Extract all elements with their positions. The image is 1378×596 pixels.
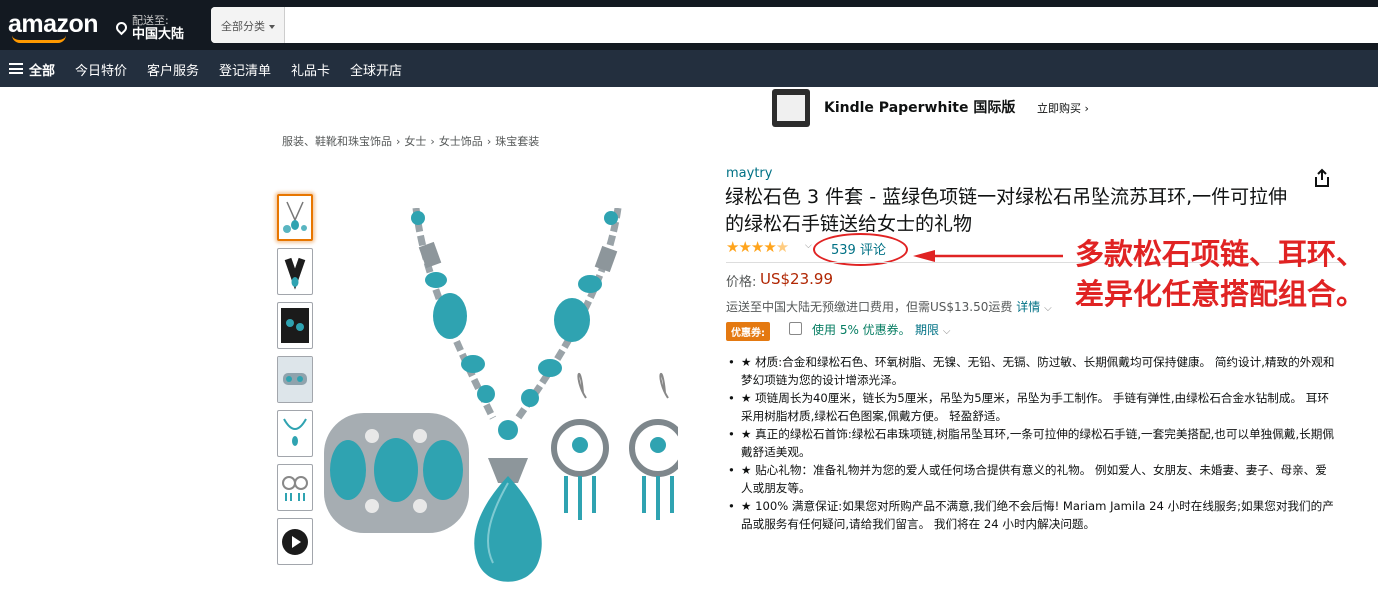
menu-icon[interactable] (9, 63, 23, 74)
feature-bullet: ★ 项链周长为40厘米，链长为5厘米，吊坠为5厘米，吊坠为手工制作。 手链有弹性… (728, 389, 1338, 425)
breadcrumb-separator: › (486, 135, 492, 148)
bracelet-thumb-image (278, 357, 312, 402)
search-category-label: 全部分类 (221, 20, 265, 33)
thumbnail-earrings[interactable] (277, 302, 313, 349)
nav-item-gift-cards[interactable]: 礼品卡 (291, 60, 330, 79)
feature-bullet: ★ 贴心礼物：准备礼物并为您的爱人或任何场合提供有意义的礼物。 例如爱人、女朋友… (728, 461, 1338, 497)
share-icon[interactable] (1313, 168, 1331, 188)
thumbnail-earrings-2[interactable] (277, 464, 313, 511)
thumbnail-set[interactable] (277, 194, 313, 241)
product-title: 绿松石色 3 件套 - 蓝绿色项链一对绿松石吊坠流苏耳环,一件可拉伸的绿松石手链… (725, 186, 1288, 235)
coupon-checkbox[interactable] (789, 322, 802, 335)
price-label: 价格: (726, 275, 757, 290)
breadcrumb-item[interactable]: 女士饰品 (439, 135, 483, 148)
nav-all[interactable]: 全部 (29, 60, 55, 79)
breadcrumb: 服装、鞋靴和珠宝饰品 › 女士 › 女士饰品 › 珠宝套装 (282, 133, 539, 149)
deliver-to-location: 中国大陆 (132, 27, 185, 42)
kindle-banner-cta[interactable]: 立即购买 › (1037, 100, 1089, 116)
nav-item-sell[interactable]: 全球开店 (350, 60, 402, 79)
caret-down-icon (269, 25, 275, 29)
nav-item-customer-service[interactable]: 客户服务 (147, 60, 199, 79)
annotation-text: 多款松石项链、耳环、 差异化任意搭配组合。 (1075, 234, 1365, 314)
coupon-terms-label: 期限 (915, 323, 940, 337)
kindle-device-icon[interactable] (772, 89, 810, 127)
chevron-down-icon[interactable]: ⌵ (805, 241, 812, 251)
sub-nav-bar: 全部 今日特价 客户服务 登记清单 礼品卡 全球开店 (0, 50, 1378, 87)
thumbnail-bracelet-wrist[interactable] (277, 356, 313, 403)
product-main-image[interactable] (318, 208, 678, 596)
chevron-down-icon[interactable]: ⌵ (1044, 303, 1052, 314)
annotation-arrow-icon (913, 250, 1063, 262)
necklace-2-thumb-image (283, 418, 307, 446)
star-rating-icon[interactable]: ★★★★★ (726, 238, 789, 256)
top-nav-bar: amazon 配送至: 中国大陆 全部分类 (0, 0, 1378, 50)
nav-item-deals[interactable]: 今日特价 (75, 60, 127, 79)
breadcrumb-item[interactable]: 女士 (404, 135, 426, 148)
brand-link[interactable]: maytry (726, 166, 772, 181)
feature-bullet: ★ 材质:合金和绿松石色、环氧树脂、无镍、无铅、无镉、防过敏、长期佩戴均可保持健… (728, 353, 1338, 389)
necklace-thumb-image (284, 257, 306, 290)
jewelry-set-thumb-image (283, 201, 307, 233)
search-bar: 全部分类 (211, 7, 1378, 43)
kindle-banner-title[interactable]: Kindle Paperwhite 国际版 (824, 97, 1015, 117)
price-value: US$23.99 (760, 270, 833, 288)
feature-bullet: ★ 真正的绿松石首饰:绿松石串珠项链,树脂吊坠耳环,一条可拉伸的绿松石手链,一套… (728, 425, 1338, 461)
shipping-info: 运送至中国大陆无预缴进口费用，但需US$13.50运费 详情 ⌵ (726, 298, 1052, 315)
nav-item-registry[interactable]: 登记清单 (219, 60, 271, 79)
annotation-line-2: 差异化任意搭配组合。 (1075, 277, 1366, 311)
thumbnail-necklace-2[interactable] (277, 410, 313, 457)
chevron-down-icon: ⌵ (942, 326, 951, 337)
breadcrumb-separator: › (396, 135, 401, 148)
annotation-line-1: 多款松石项链、耳环、 (1075, 237, 1366, 271)
shipping-details-link[interactable]: 详情 (1016, 300, 1040, 314)
thumbnail-video[interactable] (277, 518, 313, 565)
play-video-icon (282, 529, 308, 555)
breadcrumb-separator: › (430, 135, 435, 148)
location-pin-icon (113, 19, 130, 36)
shipping-text: 运送至中国大陆无预缴进口费用，但需US$13.50运费 (726, 300, 1013, 314)
search-category-dropdown[interactable]: 全部分类 (211, 7, 285, 43)
amazon-logo-smile-icon (12, 35, 66, 43)
breadcrumb-item[interactable]: 服装、鞋靴和珠宝饰品 (282, 135, 392, 148)
feature-bullet: ★ 100% 满意保证:如果您对所购产品不满意,我们绝不会后悔! Mariam … (728, 497, 1338, 533)
thumbnail-necklace[interactable] (277, 248, 313, 295)
coupon-badge: 优惠券: (726, 322, 770, 341)
feature-bullets: ★ 材质:合金和绿松石色、环氧树脂、无镍、无铅、无镉、防过敏、长期佩戴均可保持健… (728, 353, 1338, 533)
earrings-thumb-image (281, 308, 309, 343)
coupon-terms-link[interactable]: 期限 ⌵ (915, 321, 950, 338)
coupon-text: 使用 5% 优惠券。 (812, 323, 911, 337)
search-input[interactable] (286, 7, 1376, 43)
breadcrumb-item[interactable]: 珠宝套装 (495, 135, 539, 148)
earrings-2-thumb-image (282, 476, 308, 501)
